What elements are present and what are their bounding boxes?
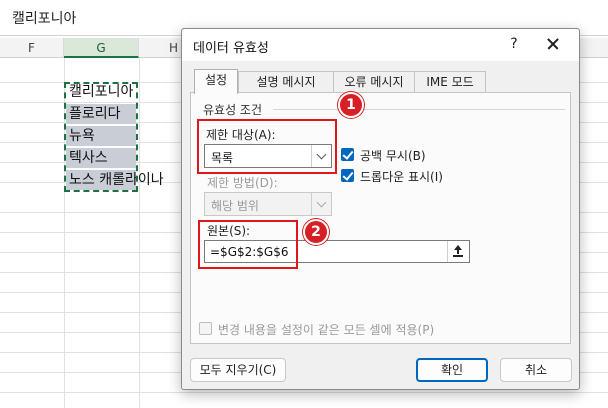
- help-button[interactable]: ?: [504, 34, 524, 54]
- selection-marquee: [64, 82, 138, 192]
- apply-all-label: 변경 내용을 설정이 같은 모든 셀에 적용(P): [218, 323, 435, 337]
- tab-settings[interactable]: 설정: [194, 69, 238, 94]
- grid-line: [0, 392, 608, 393]
- chevron-down-icon: [316, 197, 327, 208]
- ignore-blank-label: 공백 무시(B): [360, 149, 426, 163]
- ok-button[interactable]: 확인: [416, 358, 488, 382]
- formula-bar-value: 캘리포니아: [12, 11, 77, 27]
- data-dropdown: 해당 범위: [204, 192, 332, 216]
- collapse-arrow-base: [453, 255, 463, 257]
- ignore-blank-check-icon[interactable]: [341, 148, 354, 161]
- group-divider: [273, 109, 565, 110]
- ignore-blank-checkbox[interactable]: 공백 무시(B): [341, 146, 441, 164]
- in-cell-dropdown-label: 드롭다운 표시(I): [360, 170, 443, 184]
- cancel-button[interactable]: 취소: [500, 358, 572, 382]
- dialog-titlebar[interactable]: 데이터 유효성 ?: [182, 29, 579, 61]
- in-cell-dropdown-check-icon[interactable]: [341, 169, 354, 182]
- column-header-g[interactable]: G: [64, 38, 139, 58]
- range-select-button[interactable]: [447, 241, 469, 262]
- clear-all-button[interactable]: 모두 지우기(C): [190, 358, 286, 382]
- callout-badge-2: 2: [303, 219, 329, 245]
- data-dropdown-button: [311, 193, 331, 215]
- data-value: 해당 범위: [211, 199, 259, 213]
- collapse-arrow-stem: [457, 250, 459, 254]
- apply-all-checkbox: 변경 내용을 설정이 같은 모든 셀에 적용(P): [199, 320, 459, 338]
- data-label: 제한 방법(D):: [207, 176, 278, 190]
- tab-input-message[interactable]: 설명 메시지: [238, 71, 334, 93]
- close-icon[interactable]: [541, 33, 565, 55]
- dialog-title: 데이터 유효성: [193, 41, 269, 56]
- tab-ime-mode[interactable]: IME 모드: [414, 71, 486, 93]
- highlight-box-source: [198, 220, 298, 269]
- column-header-f[interactable]: F: [0, 38, 64, 58]
- apply-all-check-icon: [199, 322, 212, 335]
- tab-error-alert[interactable]: 오류 메시지: [333, 71, 415, 93]
- grid-line: [139, 58, 140, 408]
- in-cell-dropdown-checkbox[interactable]: 드롭다운 표시(I): [341, 167, 461, 185]
- validation-criteria-label: 유효성 조건: [203, 103, 263, 117]
- highlight-box-allow: [197, 119, 337, 174]
- callout-badge-1: 1: [338, 92, 364, 118]
